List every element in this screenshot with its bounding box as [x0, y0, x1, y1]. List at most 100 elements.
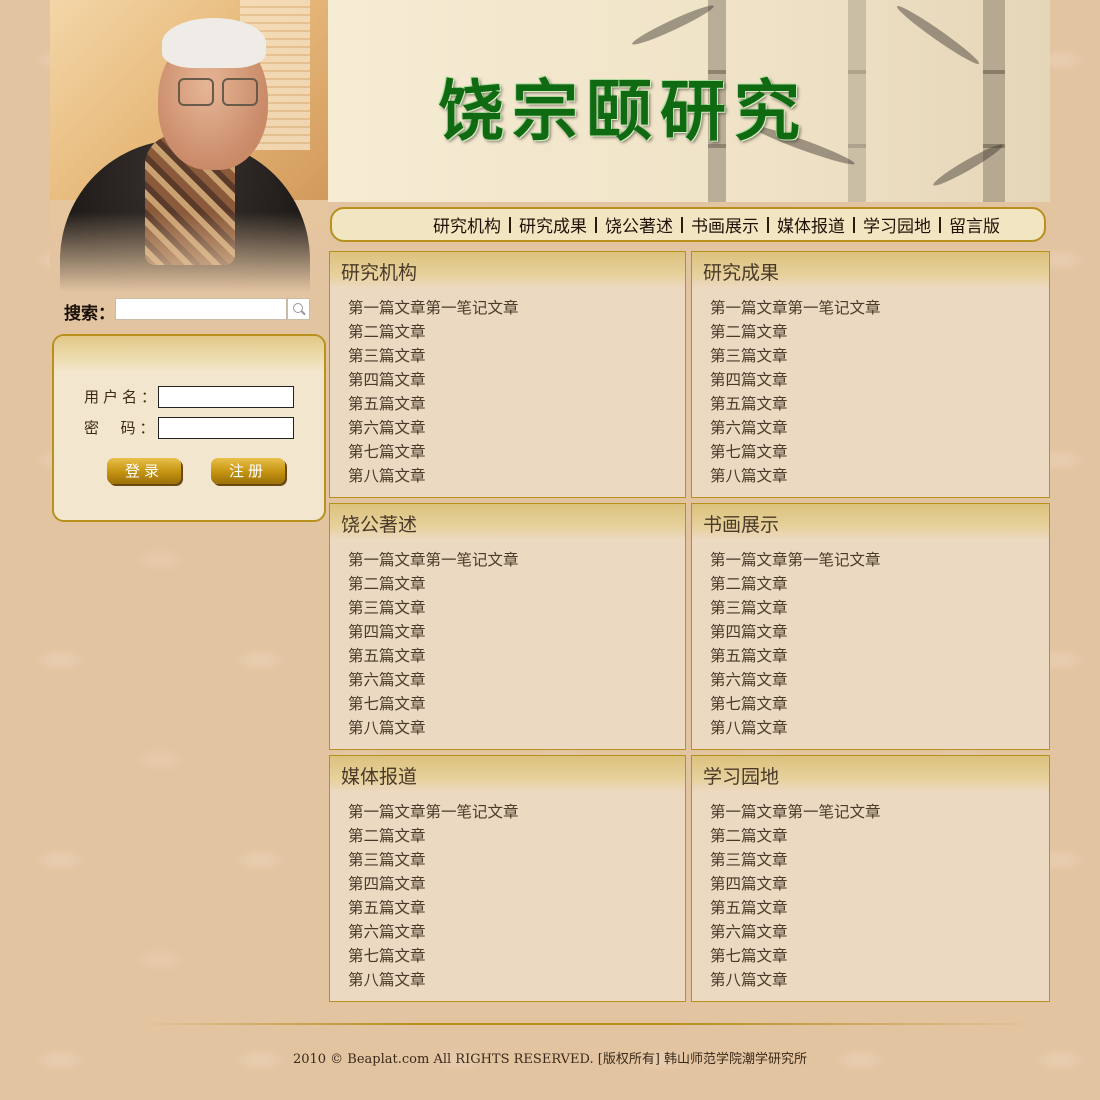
article-list: 第一篇文章第一笔记文章 第二篇文章 第三篇文章 第四篇文章 第五篇文章 第六篇文…	[710, 296, 881, 488]
list-item[interactable]: 第四篇文章	[348, 620, 519, 644]
list-item[interactable]: 第三篇文章	[710, 344, 881, 368]
panel-title[interactable]: 研究机构	[341, 258, 417, 285]
panel-title[interactable]: 媒体报道	[341, 762, 417, 789]
list-item[interactable]: 第一篇文章第一笔记文章	[348, 296, 519, 320]
footer-divider	[140, 1023, 1040, 1025]
list-item[interactable]: 第二篇文章	[348, 572, 519, 596]
list-item[interactable]: 第八篇文章	[348, 716, 519, 740]
list-item[interactable]: 第四篇文章	[710, 620, 881, 644]
list-item[interactable]: 第五篇文章	[710, 644, 881, 668]
panel-research-results: 研究成果 第一篇文章第一笔记文章 第二篇文章 第三篇文章 第四篇文章 第五篇文章…	[691, 251, 1050, 498]
panel-title[interactable]: 书画展示	[703, 510, 779, 537]
list-item[interactable]: 第八篇文章	[710, 464, 881, 488]
list-item[interactable]: 第七篇文章	[710, 440, 881, 464]
list-item[interactable]: 第八篇文章	[348, 464, 519, 488]
article-list: 第一篇文章第一笔记文章 第二篇文章 第三篇文章 第四篇文章 第五篇文章 第六篇文…	[348, 800, 519, 992]
nav-separator	[595, 216, 597, 233]
list-item[interactable]: 第二篇文章	[710, 572, 881, 596]
list-item[interactable]: 第四篇文章	[348, 872, 519, 896]
list-item[interactable]: 第三篇文章	[348, 596, 519, 620]
nav-item-research-results[interactable]: 研究成果	[519, 212, 587, 237]
list-item[interactable]: 第七篇文章	[710, 692, 881, 716]
panel-media: 媒体报道 第一篇文章第一笔记文章 第二篇文章 第三篇文章 第四篇文章 第五篇文章…	[329, 755, 686, 1002]
nav-item-writings[interactable]: 饶公著述	[605, 212, 673, 237]
list-item[interactable]: 第八篇文章	[710, 716, 881, 740]
nav-separator	[681, 216, 683, 233]
portrait-glasses	[178, 78, 258, 106]
list-item[interactable]: 第六篇文章	[348, 668, 519, 692]
username-field[interactable]	[158, 386, 294, 408]
header-banner: 饶宗颐研究	[328, 0, 1050, 202]
list-item[interactable]: 第六篇文章	[348, 920, 519, 944]
list-item[interactable]: 第五篇文章	[348, 644, 519, 668]
footer-copyright: 2010 © Beaplat.com All RIGHTS RESERVED. …	[292, 1052, 808, 1067]
list-item[interactable]: 第一篇文章第一笔记文章	[710, 296, 881, 320]
panel-research-institutions: 研究机构 第一篇文章第一笔记文章 第二篇文章 第三篇文章 第四篇文章 第五篇文章…	[329, 251, 686, 498]
list-item[interactable]: 第四篇文章	[348, 368, 519, 392]
nav-item-paintings[interactable]: 书画展示	[691, 212, 759, 237]
site-title: 饶宗颐研究	[438, 73, 808, 150]
panel-title[interactable]: 研究成果	[703, 258, 779, 285]
list-item[interactable]: 第三篇文章	[710, 848, 881, 872]
nav-separator	[939, 216, 941, 233]
list-item[interactable]: 第五篇文章	[710, 392, 881, 416]
list-item[interactable]: 第一篇文章第一笔记文章	[710, 548, 881, 572]
list-item[interactable]: 第一篇文章第一笔记文章	[348, 548, 519, 572]
list-item[interactable]: 第七篇文章	[348, 944, 519, 968]
login-button[interactable]: 登录	[107, 458, 181, 484]
list-item[interactable]: 第四篇文章	[710, 872, 881, 896]
article-list: 第一篇文章第一笔记文章 第二篇文章 第三篇文章 第四篇文章 第五篇文章 第六篇文…	[710, 800, 881, 992]
panel-title[interactable]: 学习园地	[703, 762, 779, 789]
list-item[interactable]: 第七篇文章	[348, 440, 519, 464]
article-list: 第一篇文章第一笔记文章 第二篇文章 第三篇文章 第四篇文章 第五篇文章 第六篇文…	[348, 548, 519, 740]
search-bar: 搜索：	[64, 298, 314, 324]
register-button[interactable]: 注册	[211, 458, 285, 484]
list-item[interactable]: 第六篇文章	[710, 668, 881, 692]
list-item[interactable]: 第二篇文章	[710, 824, 881, 848]
list-item[interactable]: 第五篇文章	[348, 896, 519, 920]
search-label: 搜索：	[64, 304, 115, 324]
portrait-fade	[50, 212, 328, 292]
search-input[interactable]	[115, 298, 287, 320]
list-item[interactable]: 第五篇文章	[348, 392, 519, 416]
list-item[interactable]: 第一篇文章第一笔记文章	[710, 800, 881, 824]
list-item[interactable]: 第六篇文章	[710, 416, 881, 440]
bamboo-leaf	[630, 1, 716, 49]
panel-paintings: 书画展示 第一篇文章第一笔记文章 第二篇文章 第三篇文章 第四篇文章 第五篇文章…	[691, 503, 1050, 750]
nav-separator	[853, 216, 855, 233]
login-box-header-decoration	[54, 336, 324, 372]
panel-title[interactable]: 饶公著述	[341, 510, 417, 537]
article-list: 第一篇文章第一笔记文章 第二篇文章 第三篇文章 第四篇文章 第五篇文章 第六篇文…	[710, 548, 881, 740]
list-item[interactable]: 第五篇文章	[710, 896, 881, 920]
list-item[interactable]: 第三篇文章	[348, 848, 519, 872]
list-item[interactable]: 第三篇文章	[348, 344, 519, 368]
login-box: 用户名： 密 码： 登录 注册	[52, 334, 326, 522]
nav-separator	[767, 216, 769, 233]
panel-writings: 饶公著述 第一篇文章第一笔记文章 第二篇文章 第三篇文章 第四篇文章 第五篇文章…	[329, 503, 686, 750]
nav-separator	[509, 216, 511, 233]
nav-item-guestbook[interactable]: 留言版	[949, 212, 1000, 237]
list-item[interactable]: 第六篇文章	[348, 416, 519, 440]
list-item[interactable]: 第一篇文章第一笔记文章	[348, 800, 519, 824]
panel-study: 学习园地 第一篇文章第一笔记文章 第二篇文章 第三篇文章 第四篇文章 第五篇文章…	[691, 755, 1050, 1002]
list-item[interactable]: 第二篇文章	[348, 320, 519, 344]
search-button[interactable]	[287, 298, 310, 320]
password-field[interactable]	[158, 417, 294, 439]
list-item[interactable]: 第三篇文章	[710, 596, 881, 620]
list-item[interactable]: 第七篇文章	[348, 692, 519, 716]
list-item[interactable]: 第二篇文章	[348, 824, 519, 848]
nav-item-media[interactable]: 媒体报道	[777, 212, 845, 237]
list-item[interactable]: 第八篇文章	[348, 968, 519, 992]
list-item[interactable]: 第六篇文章	[710, 920, 881, 944]
page-wrapper: 饶宗颐研究 研究机构 研究成果 饶公著述 书画展示 媒体报道 学习园地 留言版 …	[50, 0, 1050, 1100]
portrait-photo	[50, 0, 328, 292]
bamboo-stalk	[983, 0, 1005, 202]
list-item[interactable]: 第七篇文章	[710, 944, 881, 968]
list-item[interactable]: 第八篇文章	[710, 968, 881, 992]
nav-item-research-institutions[interactable]: 研究机构	[433, 212, 501, 237]
password-label: 密 码：	[84, 419, 159, 437]
list-item[interactable]: 第二篇文章	[710, 320, 881, 344]
portrait-hair	[162, 18, 266, 68]
nav-item-study[interactable]: 学习园地	[863, 212, 931, 237]
list-item[interactable]: 第四篇文章	[710, 368, 881, 392]
